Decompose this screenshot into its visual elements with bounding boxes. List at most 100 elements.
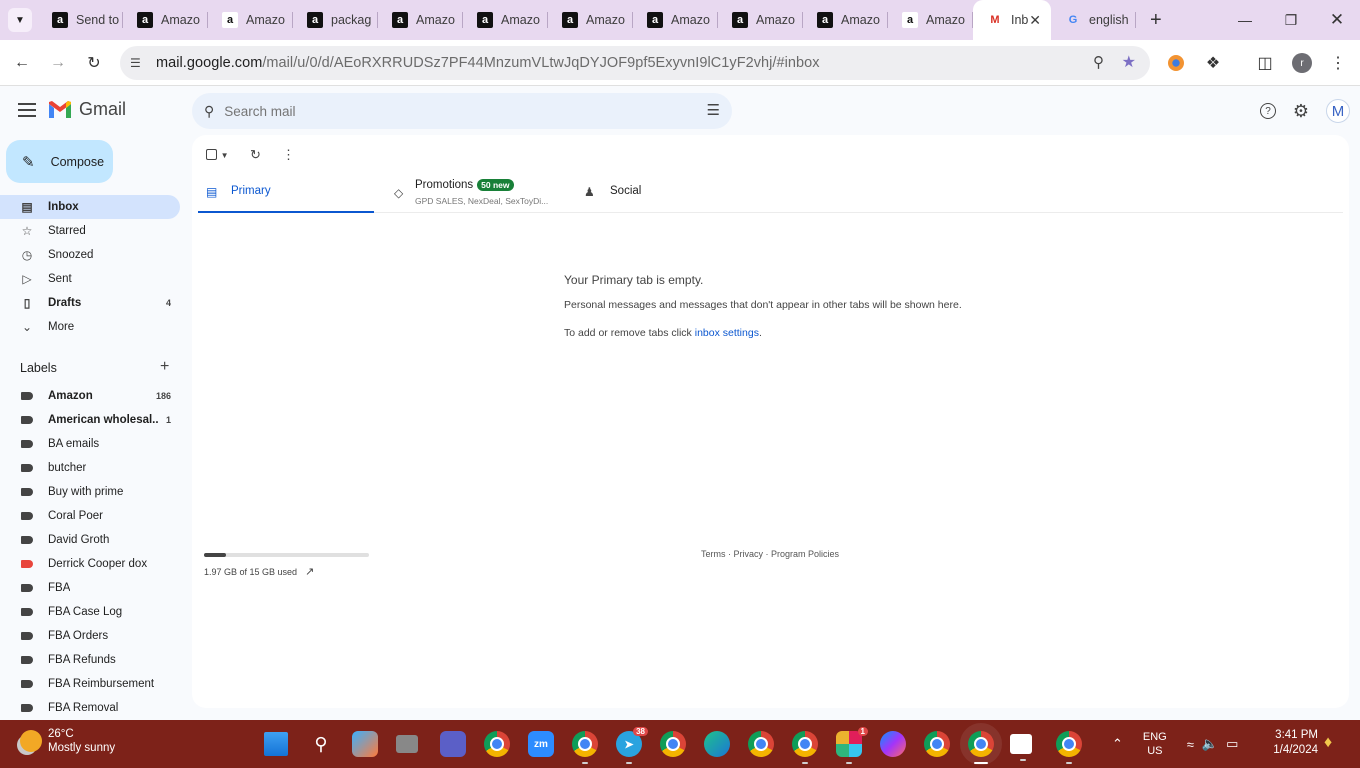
zoom-app-icon[interactable]: zm (528, 731, 554, 757)
browser-tab[interactable]: a Amazo (803, 0, 888, 40)
battery-icon[interactable]: ▭ (1226, 736, 1238, 752)
create-label-icon[interactable]: + (160, 358, 169, 376)
label-item[interactable]: Buy with prime (0, 480, 180, 504)
back-button[interactable]: ← (9, 50, 35, 76)
tab-search-dropdown-icon[interactable]: ▼ (8, 8, 32, 32)
site-info-icon[interactable]: ☰ (130, 56, 150, 70)
reload-button[interactable]: ↻ (81, 50, 107, 76)
label-item[interactable]: FBA (0, 576, 180, 600)
zoom-icon[interactable]: ⚲ (1093, 53, 1104, 71)
select-dropdown-icon[interactable]: ▼ (221, 151, 229, 160)
label-item[interactable]: BA emails (0, 432, 180, 456)
extensions-puzzle-icon[interactable]: ❖ (1200, 50, 1226, 76)
sidebar-item-snoozed[interactable]: ◷ Snoozed (0, 243, 180, 267)
search-taskbar-icon[interactable]: ⚲ (308, 731, 334, 757)
main-menu-icon[interactable] (16, 99, 38, 121)
label-item[interactable]: Coral Poer (0, 504, 180, 528)
browser-tab[interactable]: Genglish (1051, 0, 1136, 40)
tab-social[interactable]: ♟ Social (576, 175, 746, 213)
close-window-button[interactable]: ✕ (1314, 0, 1360, 40)
wifi-icon[interactable]: ≈ (1187, 737, 1194, 752)
search-icon[interactable]: ⚲ (204, 103, 214, 120)
chrome-profile-icon[interactable] (660, 731, 686, 757)
tab-primary[interactable]: ▤ Primary (198, 175, 374, 213)
label-item[interactable]: American wholesal... 1 (0, 408, 180, 432)
volume-icon[interactable]: 🔈 (1202, 736, 1218, 752)
restore-button[interactable]: ❐ (1268, 0, 1314, 40)
more-options-icon[interactable]: ⋮ (282, 147, 295, 163)
chrome-taskbar-icon[interactable] (484, 731, 510, 757)
help-icon[interactable]: ? (1258, 101, 1278, 121)
slack-icon[interactable]: 1 (836, 727, 868, 764)
browser-tab[interactable]: a Send to (38, 0, 123, 40)
sidebar-item-starred[interactable]: ☆ Starred (0, 219, 180, 243)
sidebar-item-sent[interactable]: ▷ Sent (0, 267, 180, 291)
settings-gear-icon[interactable]: ⚙ (1291, 101, 1311, 121)
browser-menu-icon[interactable]: ⋮ (1325, 50, 1351, 76)
label-item[interactable]: FBA Reimbursement (0, 672, 180, 696)
address-bar[interactable]: ☰ mail.google.com/mail/u/0/d/AEoRXRRUDSz… (120, 46, 1150, 80)
browser-tab[interactable]: a Amazo (208, 0, 293, 40)
notification-bell-icon[interactable]: ♦ (1324, 734, 1332, 752)
label-item[interactable]: Amazon 186 (0, 384, 180, 408)
task-view-icon[interactable] (396, 735, 418, 753)
open-external-icon[interactable]: ↗ (305, 565, 314, 578)
copilot-icon[interactable] (352, 731, 378, 757)
terms-link[interactable]: Terms (701, 549, 726, 559)
side-panel-icon[interactable]: ◫ (1252, 50, 1278, 76)
close-tab-icon[interactable]: ✕ (1029, 12, 1041, 29)
show-hidden-icons-icon[interactable]: ⌃ (1112, 736, 1123, 752)
select-checkbox[interactable]: ▼ (206, 146, 229, 161)
chrome-active-icon[interactable] (960, 723, 1002, 765)
sidebar-item-drafts[interactable]: ▯ Drafts 4 (0, 291, 180, 315)
label-item[interactable]: Derrick Cooper dox (0, 552, 180, 576)
browser-tab[interactable]: a Amazo (888, 0, 973, 40)
chrome-profile-icon[interactable] (572, 731, 598, 764)
account-avatar[interactable]: M (1326, 99, 1350, 123)
chrome-profile-icon[interactable] (748, 731, 774, 757)
label-item[interactable]: FBA Case Log (0, 600, 180, 624)
chrome-profile-icon[interactable] (792, 731, 818, 764)
browser-tab[interactable]: a Amazo (548, 0, 633, 40)
label-item[interactable]: butcher (0, 456, 180, 480)
profile-avatar-icon[interactable]: r (1289, 50, 1315, 76)
browser-tab-active[interactable]: M Inb ✕ (973, 0, 1051, 40)
new-tab-button[interactable]: + (1150, 9, 1162, 32)
teams-icon[interactable] (440, 731, 466, 757)
chrome-profile-icon[interactable] (924, 731, 950, 757)
bookmark-star-icon[interactable]: ★ (1122, 52, 1136, 72)
clock[interactable]: 3:41 PM 1/4/2024 (1266, 728, 1318, 758)
inbox-settings-link[interactable]: inbox settings (695, 327, 759, 339)
browser-tab[interactable]: a Amazo (718, 0, 803, 40)
label-item[interactable]: FBA Orders (0, 624, 180, 648)
privacy-link[interactable]: Privacy (734, 549, 764, 559)
browser-tab[interactable]: a Amazo (123, 0, 208, 40)
chrome-profile-icon[interactable] (1056, 731, 1082, 764)
telegram-icon[interactable]: ➤ 38 (616, 727, 648, 764)
label-item[interactable]: FBA Refunds (0, 648, 180, 672)
label-item[interactable]: FBA Removal (0, 696, 180, 720)
start-windows-icon[interactable] (264, 732, 288, 756)
compose-button[interactable]: ✎ Compose (6, 140, 113, 183)
gmail-logo[interactable]: Gmail (48, 99, 126, 120)
sidebar-item-inbox[interactable]: ▤ Inbox (0, 195, 180, 219)
edge-icon[interactable] (704, 731, 730, 757)
snipping-tool-icon[interactable] (1010, 734, 1032, 761)
language-indicator[interactable]: ENG US (1143, 730, 1167, 758)
browser-tab[interactable]: a packag (293, 0, 378, 40)
label-item[interactable]: David Groth (0, 528, 180, 552)
tab-promotions[interactable]: ◇ Promotions 50 new GPD SALES, NexDeal, S… (386, 175, 561, 213)
minimize-button[interactable]: — (1222, 0, 1268, 40)
search-options-icon[interactable]: ☰ (707, 101, 720, 119)
refresh-icon[interactable]: ↻ (250, 147, 261, 163)
weather-widget[interactable]: 26°C Mostly sunny (20, 727, 115, 755)
search-input[interactable] (224, 103, 665, 119)
messenger-icon[interactable] (880, 731, 906, 757)
sidebar-item-more[interactable]: ⌄ More (0, 315, 180, 339)
browser-tab[interactable]: a Amazo (633, 0, 718, 40)
forward-button[interactable]: → (45, 50, 71, 76)
browser-tab[interactable]: a Amazo (463, 0, 548, 40)
program-policies-link[interactable]: Program Policies (771, 549, 839, 559)
browser-tab[interactable]: a Amazo (378, 0, 463, 40)
extension-firefox-icon[interactable] (1163, 50, 1189, 76)
